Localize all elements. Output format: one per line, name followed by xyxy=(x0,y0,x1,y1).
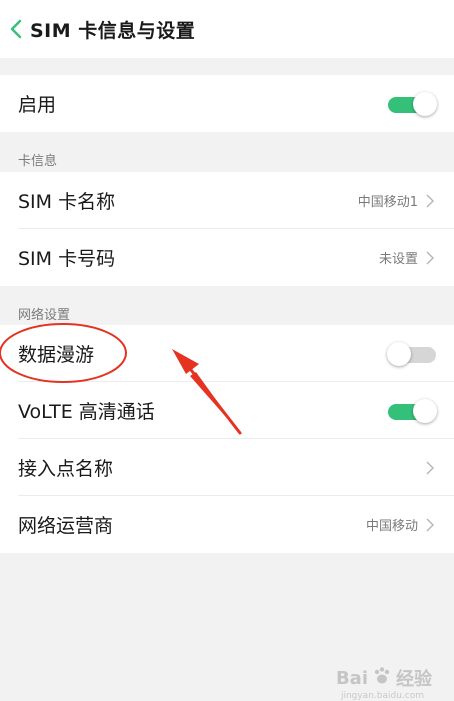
apn-row[interactable]: 接入点名称 xyxy=(0,439,454,496)
data-roaming-toggle[interactable] xyxy=(387,341,436,367)
data-roaming-label: 数据漫游 xyxy=(18,344,95,366)
chevron-right-icon xyxy=(426,518,436,532)
enable-toggle[interactable] xyxy=(388,91,437,117)
network-operator-value: 中国移动 xyxy=(365,519,418,534)
paw-icon xyxy=(372,666,392,691)
sim-number-value: 未设置 xyxy=(378,252,418,267)
title-bar: SIM 卡信息与设置 xyxy=(0,0,454,58)
toggle-knob xyxy=(413,398,437,423)
watermark-brand: Bai xyxy=(335,667,368,689)
volte-toggle[interactable] xyxy=(388,398,437,424)
volte-label: VoLTE 高清通话 xyxy=(18,401,155,423)
apn-label: 接入点名称 xyxy=(18,458,114,480)
sim-number-row[interactable]: SIM 卡号码 未设置 xyxy=(0,229,454,286)
sim-name-row[interactable]: SIM 卡名称 中国移动1 xyxy=(0,172,454,229)
network-operator-row[interactable]: 网络运营商 中国移动 xyxy=(0,496,454,553)
section-label-network: 网络设置 xyxy=(18,308,71,323)
toggle-knob xyxy=(387,341,411,366)
enable-row[interactable]: 启用 xyxy=(0,75,454,132)
back-icon[interactable] xyxy=(10,18,24,40)
enable-label: 启用 xyxy=(18,94,57,116)
volte-row[interactable]: VoLTE 高清通话 xyxy=(0,382,454,439)
sim-number-label: SIM 卡号码 xyxy=(18,248,116,270)
chevron-right-icon xyxy=(426,194,436,208)
page-title: SIM 卡信息与设置 xyxy=(30,19,196,42)
watermark-suffix: 经验 xyxy=(396,669,432,690)
toggle-knob xyxy=(413,91,437,116)
watermark-logo: Bai 经验 xyxy=(336,665,432,691)
chevron-right-icon xyxy=(426,461,436,475)
watermark-url: jingyan.baidu.com xyxy=(340,691,424,701)
sim-name-value: 中国移动1 xyxy=(357,195,418,210)
section-label-card-info: 卡信息 xyxy=(18,154,58,169)
network-operator-label: 网络运营商 xyxy=(18,515,114,537)
chevron-right-icon xyxy=(426,251,436,265)
sim-name-label: SIM 卡名称 xyxy=(18,191,116,213)
data-roaming-row[interactable]: 数据漫游 xyxy=(0,325,454,382)
